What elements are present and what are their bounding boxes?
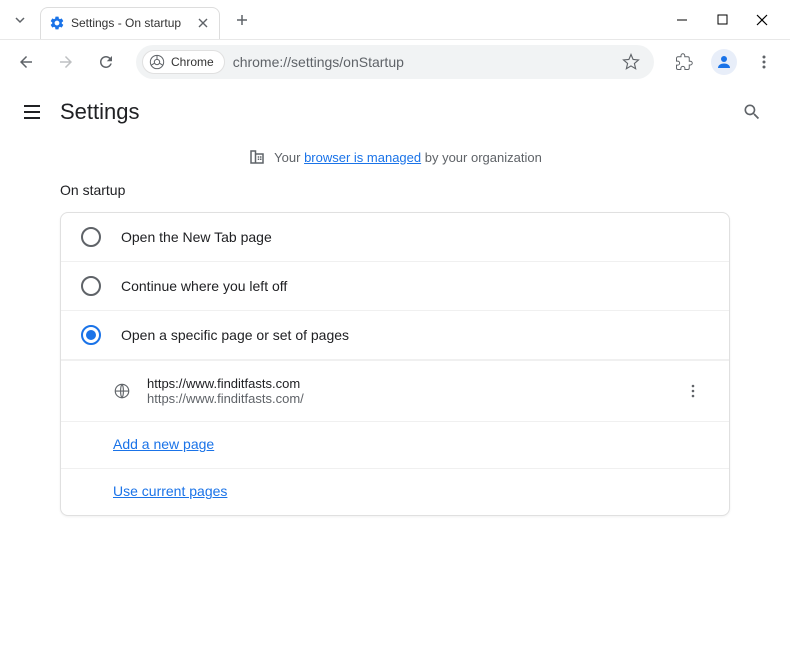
extensions-icon[interactable] — [668, 46, 700, 78]
option-continue[interactable]: Continue where you left off — [61, 262, 729, 311]
close-tab-icon[interactable] — [195, 15, 211, 31]
page-more-button[interactable] — [677, 375, 709, 407]
use-current-link[interactable]: Use current pages — [113, 483, 227, 499]
chrome-menu-icon[interactable] — [748, 46, 780, 78]
option-specific-pages[interactable]: Open a specific page or set of pages — [61, 311, 729, 360]
add-page-link[interactable]: Add a new page — [113, 436, 214, 452]
managed-text: Your browser is managed by your organiza… — [274, 150, 542, 165]
reload-button[interactable] — [90, 46, 122, 78]
menu-icon[interactable] — [20, 100, 44, 124]
close-window-button[interactable] — [742, 4, 782, 36]
back-button[interactable] — [10, 46, 42, 78]
url-text: chrome://settings/onStartup — [233, 54, 614, 70]
startup-page-url: https://www.finditfasts.com/ — [147, 391, 661, 406]
globe-icon — [113, 382, 131, 400]
chrome-origin-chip: Chrome — [142, 50, 225, 74]
startup-page-entry: https://www.finditfasts.com https://www.… — [61, 360, 729, 421]
bookmark-star-icon[interactable] — [622, 53, 640, 71]
startup-page-title: https://www.finditfasts.com — [147, 376, 661, 391]
chrome-logo-icon — [149, 54, 165, 70]
profile-avatar[interactable] — [708, 46, 740, 78]
minimize-button[interactable] — [662, 4, 702, 36]
managed-link[interactable]: browser is managed — [304, 150, 421, 165]
option-label: Open a specific page or set of pages — [121, 327, 349, 343]
search-settings-button[interactable] — [734, 94, 770, 130]
chrome-chip-label: Chrome — [171, 55, 214, 69]
radio-icon-selected — [81, 325, 101, 345]
page-title: Settings — [60, 99, 734, 125]
option-new-tab[interactable]: Open the New Tab page — [61, 213, 729, 262]
new-tab-button[interactable] — [228, 6, 256, 34]
option-label: Continue where you left off — [121, 278, 287, 294]
option-label: Open the New Tab page — [121, 229, 272, 245]
startup-options-card: Open the New Tab page Continue where you… — [60, 212, 730, 516]
radio-icon — [81, 227, 101, 247]
address-bar[interactable]: Chrome chrome://settings/onStartup — [136, 45, 654, 79]
browser-tab[interactable]: Settings - On startup — [40, 7, 220, 39]
tab-search-dropdown[interactable] — [8, 8, 32, 32]
forward-button[interactable] — [50, 46, 82, 78]
domain-icon — [248, 148, 266, 166]
settings-favicon — [49, 15, 65, 31]
section-title: On startup — [60, 182, 730, 198]
maximize-button[interactable] — [702, 4, 742, 36]
radio-icon — [81, 276, 101, 296]
tab-title: Settings - On startup — [71, 16, 189, 30]
